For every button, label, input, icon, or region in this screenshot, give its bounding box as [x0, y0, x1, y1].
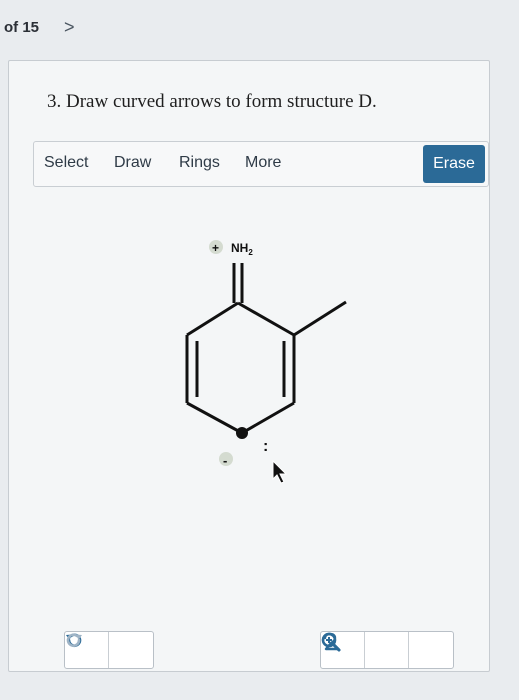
more-tool[interactable]: More	[245, 154, 281, 172]
carbanion-atom[interactable]	[236, 427, 248, 439]
ring-bond-top-right	[237, 301, 295, 337]
lone-pair[interactable]: :	[263, 438, 268, 455]
amine-subscript: 2	[248, 248, 253, 257]
page-indicator: of 15	[4, 19, 40, 36]
mouse-cursor-icon	[272, 459, 288, 484]
question-card: 3. Draw curved arrows to form structure …	[8, 60, 490, 672]
amine-group-label: NH2	[231, 241, 253, 257]
ring-bond-bottom-right	[241, 401, 295, 435]
rings-tool[interactable]: Rings	[179, 154, 220, 172]
ring-bond-bottom-left	[186, 401, 243, 435]
amine-group-text: NH	[231, 241, 248, 255]
plus-charge: +	[212, 241, 219, 255]
zoom-out-button[interactable]	[321, 632, 453, 668]
reset-view-button[interactable]	[323, 632, 409, 668]
redo-button[interactable]	[66, 632, 153, 668]
drawing-toolbar: Select Draw Rings More Erase	[33, 141, 489, 187]
select-tool[interactable]: Select	[44, 154, 88, 172]
redo-icon	[66, 633, 82, 648]
top-navigation: of 15 >	[0, 0, 519, 58]
zoom-out-icon	[321, 632, 341, 652]
chevron-right-icon[interactable]: >	[64, 17, 75, 38]
minus-charge: -	[223, 453, 227, 468]
structure-drawing: + NH2 - :	[185, 240, 347, 484]
ring-bond-top-left	[186, 301, 239, 337]
drawing-canvas[interactable]: + NH2 - :	[33, 193, 487, 669]
question-text: 3. Draw curved arrows to form structure …	[47, 91, 377, 112]
methyl-bond	[293, 300, 347, 337]
undo-redo-group	[64, 631, 154, 669]
draw-tool[interactable]: Draw	[114, 154, 151, 172]
erase-button[interactable]: Erase	[423, 145, 485, 183]
zoom-controls-group	[320, 631, 454, 669]
